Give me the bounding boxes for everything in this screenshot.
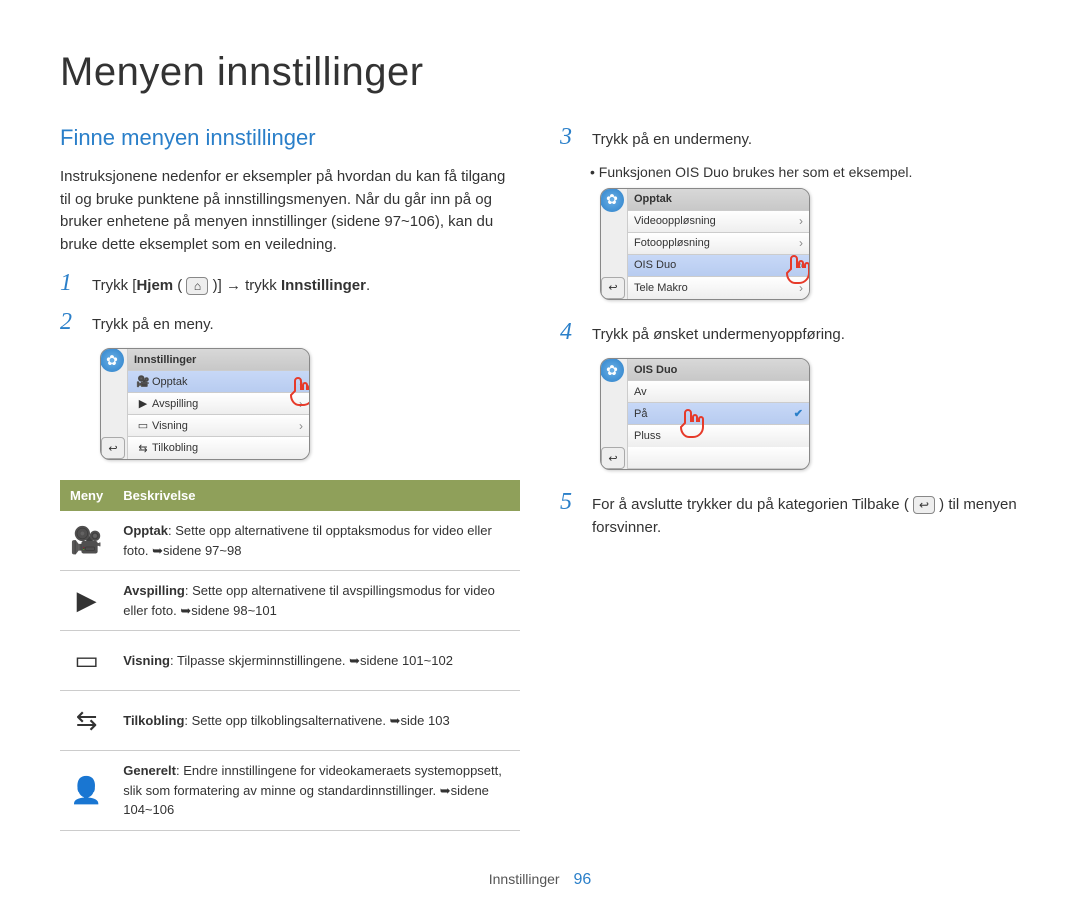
chevron-right-icon: › <box>799 236 803 250</box>
back-icon[interactable]: ↩ <box>601 277 625 299</box>
step-number: 4 <box>560 320 580 347</box>
ui-mock-settings: ✿ Innstillinger 🎥Opptak› ▶Avspilling› ▭V… <box>100 348 310 460</box>
page-number: 96 <box>573 871 591 888</box>
table-row: 🎥Opptak: Sette opp alternativene til opp… <box>60 511 520 571</box>
back-icon[interactable]: ↩ <box>101 437 125 459</box>
check-icon: ✔ <box>794 407 803 420</box>
play-icon: ▶ <box>134 397 152 410</box>
home-icon: ⌂ <box>186 277 208 295</box>
ui-mock-oisduo: ✿ OIS Duo Av På✔ Pluss ↩ <box>600 358 810 470</box>
play-icon: ▶ <box>60 571 113 631</box>
step-3: 3 Trykk på en undermeny. <box>560 125 1020 152</box>
menu-item[interactable]: På <box>634 408 794 420</box>
camcorder-icon: 🎥 <box>134 375 152 388</box>
menu-header: Innstillinger <box>134 354 303 366</box>
menu-item[interactable]: OIS Duo <box>634 259 799 271</box>
step-number: 3 <box>560 125 580 152</box>
menu-item[interactable]: Opptak <box>152 376 299 388</box>
menu-item[interactable]: Fotooppløsning <box>634 237 799 249</box>
section-heading: Finne menyen innstillinger <box>60 125 520 151</box>
menu-description-table: Meny Beskrivelse 🎥Opptak: Sette opp alte… <box>60 480 520 831</box>
menu-item[interactable]: Tilkobling <box>152 442 303 454</box>
footer-section: Innstillinger <box>489 871 560 887</box>
menu-item[interactable]: Avspilling <box>152 398 299 410</box>
step-4: 4 Trykk på ønsket undermenyoppføring. <box>560 320 1020 347</box>
chevron-right-icon: › <box>799 258 803 272</box>
chevron-right-icon: › <box>299 419 303 433</box>
table-row: ⇆Tilkobling: Sette opp tilkoblingsaltern… <box>60 691 520 751</box>
ui-mock-opptak: ✿ Opptak Videooppløsning› Fotooppløsning… <box>600 188 810 300</box>
step-1: 1 Trykk [Hjem ( ⌂ )] → trykk Innstilling… <box>60 271 520 298</box>
page-footer: Innstillinger 96 <box>60 871 1020 889</box>
step-number: 5 <box>560 490 580 539</box>
menu-header: OIS Duo <box>634 364 803 376</box>
table-header-desc: Beskrivelse <box>113 480 520 511</box>
table-row: 👤Generelt: Endre innstillingene for vide… <box>60 751 520 831</box>
back-icon: ↩ <box>913 496 935 514</box>
person-icon: 👤 <box>60 751 113 831</box>
transfer-icon: ⇆ <box>60 691 113 751</box>
menu-item[interactable]: Videooppløsning <box>634 215 799 227</box>
camcorder-icon: 🎥 <box>60 511 113 571</box>
step-5: 5 For å avslutte trykker du på kategorie… <box>560 490 1020 539</box>
chevron-right-icon: › <box>799 281 803 295</box>
chevron-right-icon: › <box>799 214 803 228</box>
step-2: 2 Trykk på en meny. <box>60 310 520 337</box>
step-number: 2 <box>60 310 80 337</box>
transfer-icon: ⇆ <box>134 442 152 455</box>
step-3-note: Funksjonen OIS Duo brukes her som et eks… <box>590 164 1020 180</box>
menu-item[interactable]: Visning <box>152 420 299 432</box>
menu-item[interactable]: Pluss <box>634 430 803 442</box>
page-title: Menyen innstillinger <box>60 50 1020 95</box>
menu-header: Opptak <box>634 193 803 205</box>
table-header-menu: Meny <box>60 480 113 511</box>
display-icon: ▭ <box>134 419 152 432</box>
chevron-right-icon: › <box>299 397 303 411</box>
table-row: ▭Visning: Tilpasse skjerminnstillingene.… <box>60 631 520 691</box>
gear-icon: ✿ <box>100 348 124 372</box>
display-icon: ▭ <box>60 631 113 691</box>
intro-text: Instruksjonene nedenfor er eksempler på … <box>60 166 520 256</box>
step-number: 1 <box>60 271 80 298</box>
menu-item[interactable]: Av <box>634 386 803 398</box>
menu-item[interactable]: Tele Makro <box>634 282 799 294</box>
table-row: ▶Avspilling: Sette opp alternativene til… <box>60 571 520 631</box>
back-icon[interactable]: ↩ <box>601 447 625 469</box>
gear-icon: ✿ <box>600 358 624 382</box>
chevron-right-icon: › <box>299 375 303 389</box>
gear-icon: ✿ <box>600 188 624 212</box>
